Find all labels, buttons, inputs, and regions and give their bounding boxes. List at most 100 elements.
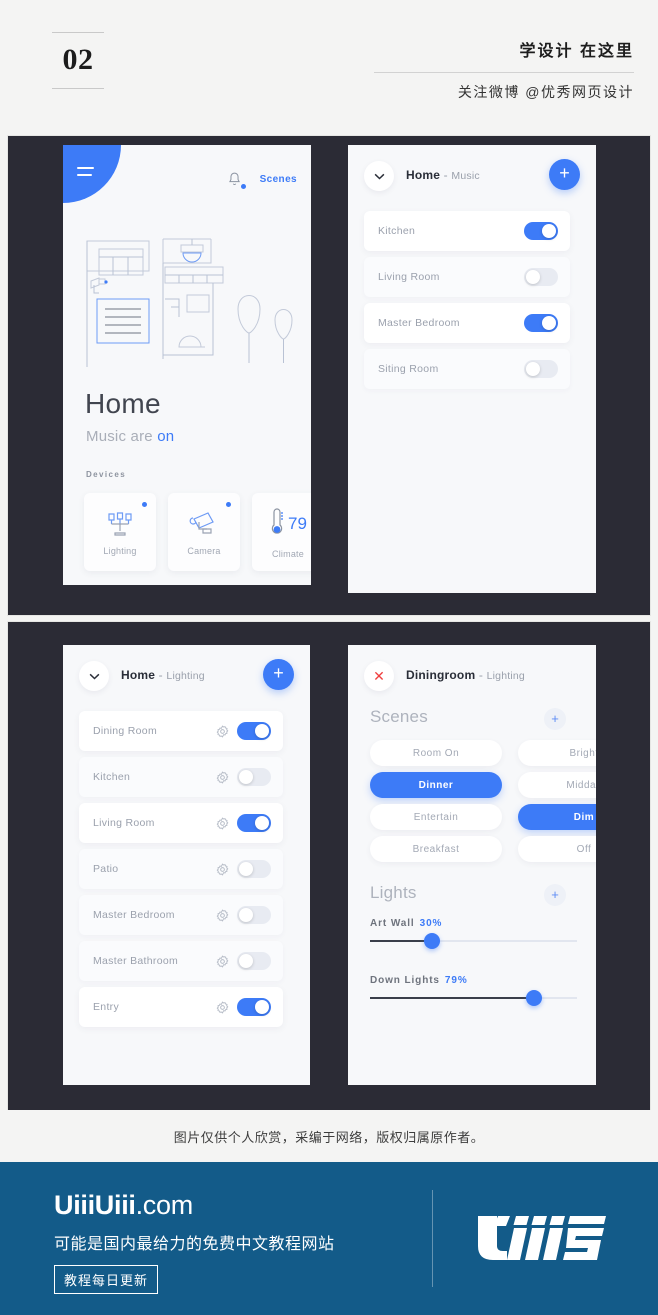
- bell-icon[interactable]: [226, 171, 246, 189]
- slider-name: Down Lights: [370, 975, 440, 986]
- notification-dot: [240, 184, 246, 189]
- device-card-climate[interactable]: 79 Climate: [252, 493, 311, 571]
- page-header: 02 学设计 在这里 关注微博 @优秀网页设计: [0, 0, 658, 136]
- chevron-down-icon: [89, 667, 100, 685]
- list-item[interactable]: Living Room: [364, 257, 570, 297]
- header-divider: [374, 71, 634, 73]
- room-toggle[interactable]: [237, 814, 271, 832]
- list-item[interactable]: Dining Room: [79, 711, 283, 751]
- room-label: Master Bathroom: [93, 955, 179, 967]
- list-item[interactable]: Entry: [79, 987, 283, 1027]
- slider-knob[interactable]: [525, 990, 542, 1006]
- title-separator: -: [155, 668, 167, 682]
- site-footer: UiiiUiii.com 可能是国内最给力的免费中文教程网站 教程每日更新: [0, 1162, 658, 1315]
- phone2-header: Home - Music +: [348, 145, 596, 207]
- gear-icon[interactable]: [216, 1000, 229, 1014]
- footer-badge: 教程每日更新: [54, 1265, 159, 1294]
- room-toggle[interactable]: [237, 860, 271, 878]
- footer-brand-block: UiiiUiii.com 可能是国内最给力的免费中文教程网站 教程每日更新: [54, 1190, 335, 1294]
- status-prefix: Music are: [86, 428, 158, 445]
- room-label: Dining Room: [93, 725, 157, 737]
- room-toggle[interactable]: [237, 906, 271, 924]
- add-button[interactable]: +: [549, 159, 580, 190]
- device-label: Lighting: [103, 546, 137, 556]
- header-branding: 学设计 在这里 关注微博 @优秀网页设计: [334, 42, 634, 102]
- gear-icon[interactable]: [216, 908, 229, 922]
- lights-heading: Lights: [370, 883, 417, 902]
- close-button[interactable]: ✕: [364, 661, 394, 691]
- gear-icon[interactable]: [216, 770, 229, 784]
- thermometer-icon: [269, 506, 285, 543]
- scene-pill[interactable]: Breakfast: [370, 836, 502, 862]
- phone1-top-actions: Scenes: [226, 171, 297, 189]
- slider-track[interactable]: [370, 933, 577, 949]
- brand-name: UiiiUiii: [54, 1190, 136, 1220]
- toggle-knob: [255, 724, 269, 738]
- slider-knob[interactable]: [424, 933, 441, 949]
- scenes-link[interactable]: Scenes: [260, 174, 297, 185]
- devices-section-label: Devices: [86, 470, 127, 479]
- room-label: Living Room: [93, 817, 155, 829]
- room-toggle[interactable]: [524, 360, 558, 378]
- back-button[interactable]: [79, 661, 109, 691]
- scene-pill[interactable]: Bright: [518, 740, 596, 766]
- scene-pill[interactable]: Midday: [518, 772, 596, 798]
- room-toggle[interactable]: [237, 722, 271, 740]
- room-label: Kitchen: [378, 225, 416, 237]
- list-item[interactable]: Patio: [79, 849, 283, 889]
- header-title: 学设计 在这里: [519, 43, 634, 60]
- room-toggle[interactable]: [524, 314, 558, 332]
- screen-title: Home - Music: [406, 168, 480, 182]
- title-main: Diningroom: [406, 668, 476, 682]
- scene-pill-active[interactable]: Dim: [518, 804, 596, 830]
- active-dot: [142, 502, 147, 507]
- menu-corner-blob[interactable]: [63, 145, 121, 203]
- add-light-button[interactable]: +: [544, 884, 566, 906]
- room-toggle[interactable]: [237, 768, 271, 786]
- toggle-knob: [239, 908, 253, 922]
- phone-screen-home-dashboard: Scenes Home Music are on Devices Lightin…: [63, 145, 311, 585]
- scene-pill-active[interactable]: Dinner: [370, 772, 502, 798]
- scene-pill[interactable]: Entertain: [370, 804, 502, 830]
- room-toggle[interactable]: [237, 952, 271, 970]
- add-scene-button[interactable]: +: [544, 708, 566, 730]
- toggle-knob: [239, 770, 253, 784]
- room-label: Living Room: [378, 271, 440, 283]
- gear-icon[interactable]: [216, 816, 229, 830]
- list-item[interactable]: Master Bedroom: [364, 303, 570, 343]
- slider-percent: 30%: [419, 918, 443, 929]
- gear-icon[interactable]: [216, 862, 229, 876]
- room-toggle[interactable]: [524, 222, 558, 240]
- footer-divider: [432, 1190, 433, 1287]
- slider-track[interactable]: [370, 990, 577, 1006]
- scene-pill[interactable]: Off: [518, 836, 596, 862]
- phone-screen-lighting-rooms: Home - Lighting + Dining Room Kitchen Li…: [63, 645, 310, 1085]
- room-label: Kitchen: [93, 771, 131, 783]
- add-button[interactable]: +: [263, 659, 294, 690]
- scenes-grid: Room On Bright Dinner Midday Entertain D…: [370, 740, 596, 862]
- list-item[interactable]: Kitchen: [79, 757, 283, 797]
- list-item[interactable]: Living Room: [79, 803, 283, 843]
- back-button[interactable]: [364, 161, 394, 191]
- devices-row: Lighting Camera 79 Climate: [84, 493, 311, 571]
- room-toggle[interactable]: [237, 998, 271, 1016]
- toggle-knob: [526, 362, 540, 376]
- device-card-camera[interactable]: Camera: [168, 493, 240, 571]
- chevron-down-icon: [374, 167, 385, 185]
- list-item[interactable]: Siting Room: [364, 349, 570, 389]
- scene-pill[interactable]: Room On: [370, 740, 502, 766]
- room-toggle[interactable]: [524, 268, 558, 286]
- list-item[interactable]: Kitchen: [364, 211, 570, 251]
- divider-bottom: [52, 88, 104, 89]
- list-item[interactable]: Master Bathroom: [79, 941, 283, 981]
- header-subtitle: 关注微博 @优秀网页设计: [457, 83, 634, 100]
- toggle-knob: [255, 1000, 269, 1014]
- hamburger-icon[interactable]: [77, 167, 94, 176]
- status-text: Music are on: [86, 428, 174, 445]
- device-card-lighting[interactable]: Lighting: [84, 493, 156, 571]
- candelabra-icon: [105, 508, 135, 540]
- gear-icon[interactable]: [216, 954, 229, 968]
- title-sub: Music: [451, 170, 480, 182]
- gear-icon[interactable]: [216, 724, 229, 738]
- list-item[interactable]: Master Bedroom: [79, 895, 283, 935]
